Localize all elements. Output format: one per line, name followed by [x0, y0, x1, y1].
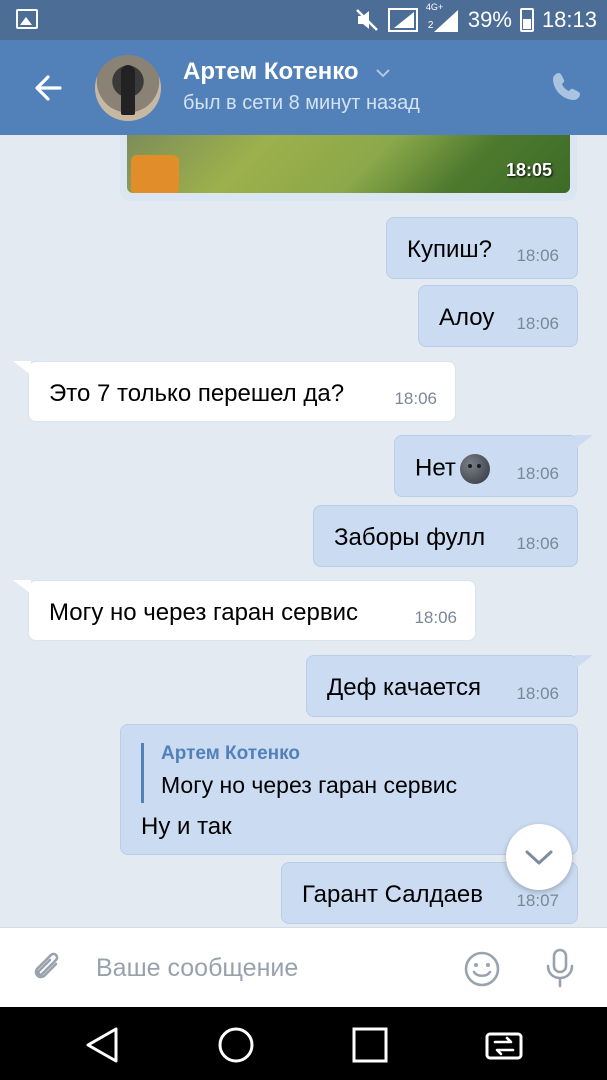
message-text: Заборы фулл: [334, 524, 486, 551]
message-time: 18:06: [516, 314, 559, 333]
scroll-down-button[interactable]: [506, 824, 572, 890]
message-list[interactable]: 18:05 Купиш? 18:06 Алоу 18:06 Это 7 толь…: [0, 135, 607, 927]
system-navbar: [0, 1007, 607, 1080]
message-outgoing[interactable]: Купиш? 18:06: [386, 217, 578, 279]
chat-header: Артем Котенко был в сети 8 минут назад: [0, 40, 607, 135]
message-outgoing[interactable]: Алоу 18:06: [418, 285, 578, 347]
battery-icon: [519, 8, 534, 32]
message-time: 18:06: [516, 684, 559, 703]
network-label: 4G+: [425, 2, 444, 12]
message-text: Ну и так: [141, 813, 232, 840]
message-time: 18:06: [516, 534, 559, 553]
message-text: Деф качается: [327, 674, 481, 701]
game-screenshot[interactable]: 18:05: [127, 135, 570, 193]
message-composer: [0, 927, 607, 1007]
message-time: 18:06: [516, 464, 559, 483]
message-outgoing[interactable]: Заборы фулл 18:06: [313, 505, 578, 567]
attach-icon[interactable]: [30, 950, 66, 986]
battery-percent: 39%: [467, 7, 512, 32]
chevron-down-icon: [525, 850, 553, 865]
message-text: Купиш?: [407, 236, 492, 263]
sim-signal-icon: 1: [387, 8, 418, 32]
message-input[interactable]: [96, 948, 436, 988]
sim1-label: 1: [391, 18, 398, 29]
status-icons: 1 4G+ 2 39% 18:13: [354, 2, 597, 34]
message-time: 18:06: [414, 608, 457, 627]
reply-indicator: [141, 743, 144, 803]
message-text: Гарант Салдаев: [302, 881, 484, 908]
back-arrow-icon[interactable]: [30, 70, 66, 106]
signal-icon: 4G+ 2: [426, 2, 460, 34]
message-text: Могу но через гаран сервис: [49, 599, 359, 626]
sim2-label: 2: [427, 20, 434, 31]
avatar[interactable]: [95, 55, 161, 121]
mic-icon[interactable]: [542, 948, 578, 988]
reply-quoted-text: Могу но через гаран сервис: [161, 772, 458, 798]
back-icon[interactable]: [82, 1025, 122, 1065]
message-time: 18:07: [516, 891, 559, 910]
contact-name-text: Артем Котенко: [183, 58, 359, 85]
image-timestamp: 18:05: [505, 160, 552, 180]
message-incoming[interactable]: Это 7 только перешел да? 18:06: [13, 361, 456, 422]
status-bar: 1 4G+ 2 39% 18:13: [0, 0, 607, 40]
game-map-icon: [131, 155, 179, 193]
home-icon[interactable]: [216, 1025, 256, 1065]
new-moon-face-icon: [459, 454, 490, 484]
mute-icon: [356, 9, 378, 31]
gallery-icon: [16, 9, 38, 29]
message-incoming[interactable]: Могу но через гаран сервис 18:06: [13, 580, 476, 641]
switch-icon[interactable]: [484, 1025, 524, 1065]
reply-author: Артем Котенко: [161, 743, 300, 764]
message-text: Нет: [415, 454, 490, 484]
image-message[interactable]: 18:05: [120, 135, 577, 201]
message-outgoing[interactable]: Нет 18:06: [394, 435, 593, 497]
message-time: 18:06: [516, 246, 559, 265]
recents-icon[interactable]: [350, 1025, 390, 1065]
message-text: Это 7 только перешел да?: [49, 380, 345, 407]
contact-status: был в сети 8 минут назад: [183, 92, 420, 114]
contact-name[interactable]: Артем Котенко: [183, 58, 391, 86]
chevron-down-icon[interactable]: [375, 68, 391, 78]
phone-icon[interactable]: [551, 70, 583, 102]
message-text: Алоу: [439, 304, 495, 331]
message-time: 18:06: [394, 389, 437, 408]
message-outgoing[interactable]: Деф качается 18:06: [306, 655, 593, 717]
smile-icon[interactable]: [463, 950, 501, 988]
status-time: 18:13: [541, 7, 597, 32]
